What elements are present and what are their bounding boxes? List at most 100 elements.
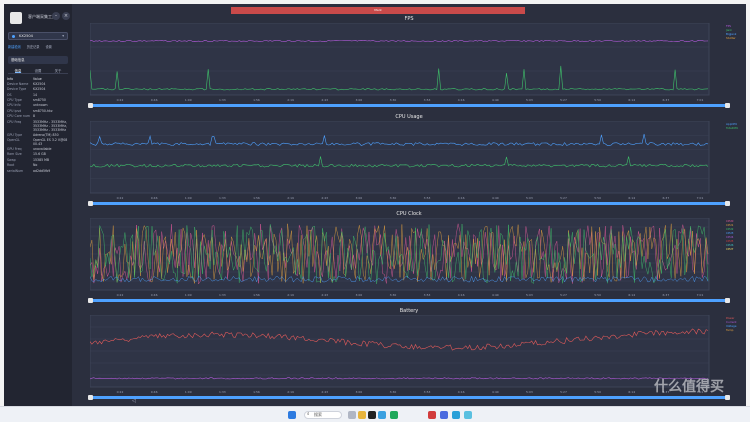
x-tick-label: 4:40 xyxy=(492,98,499,102)
legend-item[interactable]: Temp xyxy=(726,328,742,332)
x-tick-label: 4:40 xyxy=(492,390,499,394)
x-tick-label: 2:43 xyxy=(321,98,328,102)
slider-handle-end[interactable] xyxy=(725,103,730,108)
slider-handle-start[interactable] xyxy=(88,395,93,400)
sub-tab-new[interactable]: 新建检测 xyxy=(8,44,21,50)
info-value: 8 xyxy=(33,114,36,119)
x-tick-label: 1:33 xyxy=(219,98,226,102)
x-tick-label: 1:09 xyxy=(185,196,192,200)
chevron-down-icon: ▾ xyxy=(62,34,64,38)
info-key: OpenGL xyxy=(7,138,20,143)
x-tick-label: 5:03 xyxy=(526,293,533,297)
mark-banner[interactable]: Mark xyxy=(231,7,525,14)
desktop-screen: 客户端采集工具 – × KX2504 ▾ 新建检测 历史记录 设置 基础信息 信… xyxy=(0,0,750,422)
windows-start-icon[interactable] xyxy=(288,411,296,419)
x-tick-label: 2:19 xyxy=(287,293,294,297)
taskbar: ⌕ 搜索 xyxy=(0,406,750,422)
store-icon[interactable] xyxy=(378,411,386,419)
section-title[interactable]: 基础信息 xyxy=(8,56,68,64)
slider-handle-end[interactable] xyxy=(725,201,730,206)
taskbar-search[interactable]: ⌕ 搜索 xyxy=(304,411,342,419)
time-range-slider[interactable] xyxy=(88,395,730,400)
x-tick-label: 1:33 xyxy=(219,196,226,200)
tool3-icon[interactable] xyxy=(452,411,460,419)
x-tick-label: 4:16 xyxy=(458,390,465,394)
x-tick-label: 6:37 xyxy=(663,196,670,200)
x-tick-label: 3:06 xyxy=(355,293,362,297)
legend-item[interactable]: CPU7 xyxy=(726,247,742,251)
info-key: OS xyxy=(7,92,12,97)
x-tick-label: 0:46 xyxy=(151,293,158,297)
sub-tab-settings[interactable]: 设置 xyxy=(46,44,52,50)
info-value: Adreno(TM) 830 xyxy=(33,132,59,137)
tool-icon[interactable] xyxy=(428,411,436,419)
chart-panel-0: FPS 0:22 0:46 1:09 1:33 1:56 2:19 2:43 3:06 3:30 3… xyxy=(76,14,742,112)
tab-settings[interactable]: 设置 xyxy=(35,68,42,73)
chart-svg: 0:22 0:46 1:09 1:33 1:56 2:19 2:43 3:06 3:30 3:53… xyxy=(90,315,710,394)
x-tick-label: 5:27 xyxy=(560,390,567,394)
chart-svg: 0:22 0:46 1:09 1:33 1:56 2:19 2:43 3:06 3:30 3:53… xyxy=(90,121,710,200)
x-tick-label: 2:43 xyxy=(321,196,328,200)
slider-handle-start[interactable] xyxy=(88,201,93,206)
info-value: 15385 MB xyxy=(33,157,50,162)
sub-tab-history[interactable]: 历史记录 xyxy=(27,44,40,50)
legend-item[interactable]: Stutter xyxy=(726,36,742,40)
x-tick-label: 0:22 xyxy=(117,196,124,200)
x-tick-label: 1:56 xyxy=(253,293,260,297)
panel-title: Battery xyxy=(399,308,419,314)
app-window: 客户端采集工具 – × KX2504 ▾ 新建检测 历史记录 设置 基础信息 信… xyxy=(4,4,746,406)
info-value: 3533MHz - 3533MHz, 3533MHz - 3533MHz, 35… xyxy=(33,119,68,132)
minimize-icon[interactable]: – xyxy=(52,12,60,20)
info-key: CPU Freq xyxy=(7,119,22,124)
x-tick-label: 7:01 xyxy=(697,98,704,102)
legend-item[interactable]: TotalCPU xyxy=(726,126,742,130)
panel-title: FPS xyxy=(404,16,414,22)
sidebar-sub-tabs: 新建检测 历史记录 设置 xyxy=(8,44,68,50)
x-tick-label: 5:03 xyxy=(526,196,533,200)
x-tick-label: 4:16 xyxy=(458,196,465,200)
edge-icon[interactable] xyxy=(390,411,398,419)
x-tick-label: 4:16 xyxy=(458,98,465,102)
device-select-value: KX2504 xyxy=(19,34,33,38)
x-tick-label: 6:37 xyxy=(663,98,670,102)
plot-area xyxy=(90,121,710,194)
app-icon[interactable] xyxy=(368,411,376,419)
expand-icon[interactable]: ◁ xyxy=(132,398,136,404)
x-tick-label: 5:50 xyxy=(594,293,601,297)
device-select[interactable]: KX2504 ▾ xyxy=(8,32,68,40)
x-tick-label: 1:56 xyxy=(253,196,260,200)
info-value: KX2504 xyxy=(33,81,46,86)
info-key: Device Type xyxy=(7,87,27,92)
time-range-slider[interactable] xyxy=(88,201,730,206)
header-value: Value xyxy=(33,76,42,81)
info-value: sm8750 xyxy=(33,98,46,103)
search-placeholder: 搜索 xyxy=(314,412,322,417)
x-tick-label: 5:50 xyxy=(594,390,601,394)
time-range-slider[interactable] xyxy=(88,103,730,108)
slider-handle-start[interactable] xyxy=(88,298,93,303)
chart-legend: CPU0 CPU1 CPU2 CPU3 CPU4 CPU5 CPU6 CPU7 xyxy=(726,219,742,251)
info-key: Swap xyxy=(7,157,16,162)
tool2-icon[interactable] xyxy=(440,411,448,419)
info-value: unknown xyxy=(33,103,48,108)
x-tick-label: 1:56 xyxy=(253,98,260,102)
tab-about[interactable]: 关于 xyxy=(55,68,62,73)
panel-title: CPU Usage xyxy=(395,114,423,120)
info-key: CPU ipvd xyxy=(7,108,22,113)
info-key: Device Name xyxy=(7,81,29,86)
slider-handle-end[interactable] xyxy=(725,395,730,400)
slider-handle-end[interactable] xyxy=(725,298,730,303)
time-range-slider[interactable] xyxy=(88,298,730,303)
task-view-icon[interactable] xyxy=(348,411,356,419)
info-value: KX2504 xyxy=(33,87,46,92)
x-tick-label: 3:30 xyxy=(390,390,397,394)
slider-handle-start[interactable] xyxy=(88,103,93,108)
x-tick-label: 2:43 xyxy=(321,390,328,394)
device-info-table: Info Value Device Name KX2504 Device Type K… xyxy=(4,76,72,173)
tool4-icon[interactable] xyxy=(464,411,472,419)
tab-info[interactable]: 信息 xyxy=(14,68,22,73)
file-explorer-icon[interactable] xyxy=(358,411,366,419)
info-key: Ram Size xyxy=(7,152,22,157)
close-icon[interactable]: × xyxy=(62,12,70,20)
x-tick-label: 0:22 xyxy=(117,98,124,102)
